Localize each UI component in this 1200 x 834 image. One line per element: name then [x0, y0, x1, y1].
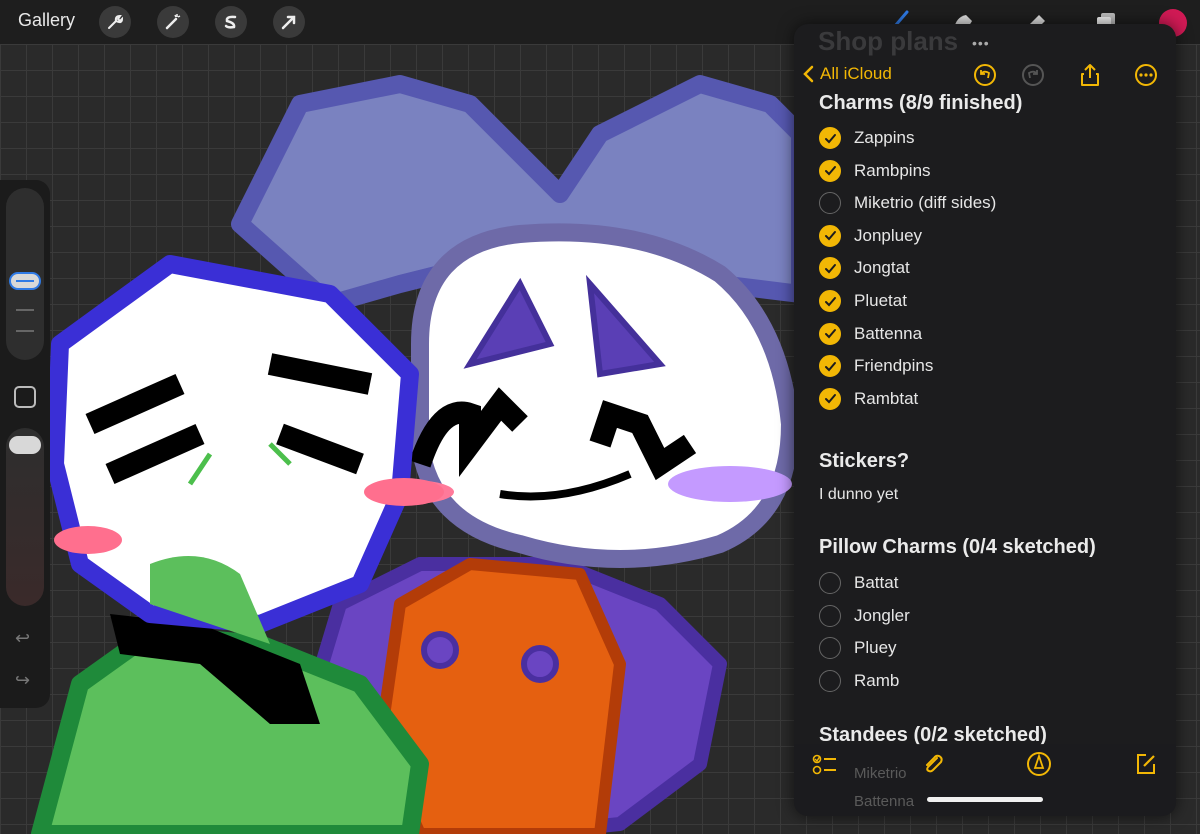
magic-wand-icon[interactable]: [157, 6, 189, 38]
section-heading-charms: Charms (8/9 finished): [819, 92, 1023, 114]
checkbox-checked-icon[interactable]: [819, 127, 841, 149]
redo-icon[interactable]: ↪: [15, 670, 30, 691]
checklist-item-label: Battat: [854, 573, 899, 592]
brush-size-handle[interactable]: [9, 272, 41, 290]
opacity-slider[interactable]: [6, 428, 44, 606]
checklist-item-label: Friendpins: [854, 356, 934, 376]
checklist-item-label: Jongtat: [854, 258, 910, 278]
checklist-item-label: Jonpluey: [854, 225, 923, 245]
checklist-item-label: Jongler: [854, 605, 910, 625]
gallery-button[interactable]: Gallery: [18, 10, 75, 31]
checklist-item-label: Rambtat: [854, 388, 919, 408]
redo-icon[interactable]: [1020, 62, 1046, 88]
compose-icon[interactable]: [1132, 750, 1160, 778]
checkbox-checked-icon[interactable]: [819, 290, 841, 312]
checklist-item-label: Pluey: [854, 638, 897, 658]
opacity-handle[interactable]: [9, 436, 41, 454]
checkbox-empty-icon[interactable]: [819, 637, 841, 660]
checkbox-checked-icon[interactable]: [819, 224, 841, 247]
checklist-item: Zappins: [819, 125, 914, 151]
checklist-item: Rambpins: [819, 158, 931, 184]
checklist-item-label: Battenna: [854, 323, 923, 343]
artwork: [31, 75, 800, 834]
section-heading-pillow-charms: Pillow Charms (0/4 sketched): [819, 536, 1096, 558]
share-icon[interactable]: [1077, 62, 1103, 88]
checklist-item: Battenna: [819, 321, 922, 347]
back-label: All iCloud: [820, 64, 892, 83]
checkbox-checked-icon[interactable]: [819, 257, 841, 280]
checklist-item: Jongtat: [819, 255, 910, 281]
home-indicator[interactable]: [927, 797, 1043, 802]
drag-grabber[interactable]: •••: [972, 35, 990, 51]
checklist-item: Miketrio (diff sides): [819, 190, 996, 216]
checkbox-checked-icon[interactable]: [819, 159, 841, 182]
checkbox-empty-icon[interactable]: [819, 604, 841, 627]
select-arrow-icon[interactable]: [273, 6, 305, 38]
note-content[interactable]: Charms (8/9 finished) Zappins Rambpins Mik…: [794, 90, 1176, 750]
stickers-text: I dunno yet: [819, 486, 899, 503]
chevron-left-icon: [803, 65, 814, 83]
checklist-item-label: Zappins: [854, 128, 915, 147]
checklist-item: Ramb: [819, 668, 899, 694]
checklist-item: Battat: [819, 570, 898, 596]
attachment-icon[interactable]: [919, 750, 947, 778]
checkbox-empty-icon[interactable]: [819, 572, 841, 594]
checklist-item: Jonpluey: [819, 223, 922, 249]
checklist-item: Rambtat: [819, 386, 918, 412]
checklist-item-label: Miketrio (diff sides): [854, 193, 997, 213]
checkbox-empty-icon[interactable]: [819, 669, 841, 692]
wrench-icon[interactable]: [99, 6, 131, 38]
checklist-item: Pluetat: [819, 288, 907, 314]
markup-pen-icon[interactable]: [1025, 750, 1053, 778]
section-heading-stickers: Stickers?: [819, 450, 910, 472]
checklist-item-label: Rambpins: [854, 160, 931, 180]
checklist-item: Jongler: [819, 603, 910, 629]
checklist-icon[interactable]: [811, 750, 839, 778]
checklist-item: Friendpins: [819, 353, 933, 379]
undo-icon[interactable]: ↩: [15, 628, 30, 649]
checkbox-checked-icon[interactable]: [819, 322, 841, 345]
modify-button[interactable]: [14, 386, 36, 408]
checkbox-checked-icon[interactable]: [819, 355, 841, 378]
faded-list-item: Miketrio: [854, 765, 907, 782]
checkbox-checked-icon[interactable]: [819, 387, 841, 410]
faded-list-item: Battenna: [854, 793, 915, 810]
procreate-sidebar: ↩ ↪: [0, 180, 50, 708]
slider-tick: [16, 330, 34, 332]
adjust-s-icon[interactable]: [215, 6, 247, 38]
checklist-item: Pluey: [819, 635, 897, 661]
back-button[interactable]: All iCloud: [802, 64, 892, 84]
checkbox-empty-icon[interactable]: [819, 192, 841, 215]
undo-icon[interactable]: [972, 62, 998, 88]
notes-panel: Shop plans ••• All iCloud Charms (8/9 fi…: [794, 24, 1176, 816]
slider-tick: [16, 309, 34, 311]
more-options-icon[interactable]: [1133, 62, 1159, 88]
checklist-item-label: Pluetat: [854, 291, 907, 310]
notes-bottom-toolbar: [794, 744, 1176, 816]
note-title: Shop plans: [818, 26, 959, 56]
checklist-item-label: Ramb: [854, 670, 900, 690]
